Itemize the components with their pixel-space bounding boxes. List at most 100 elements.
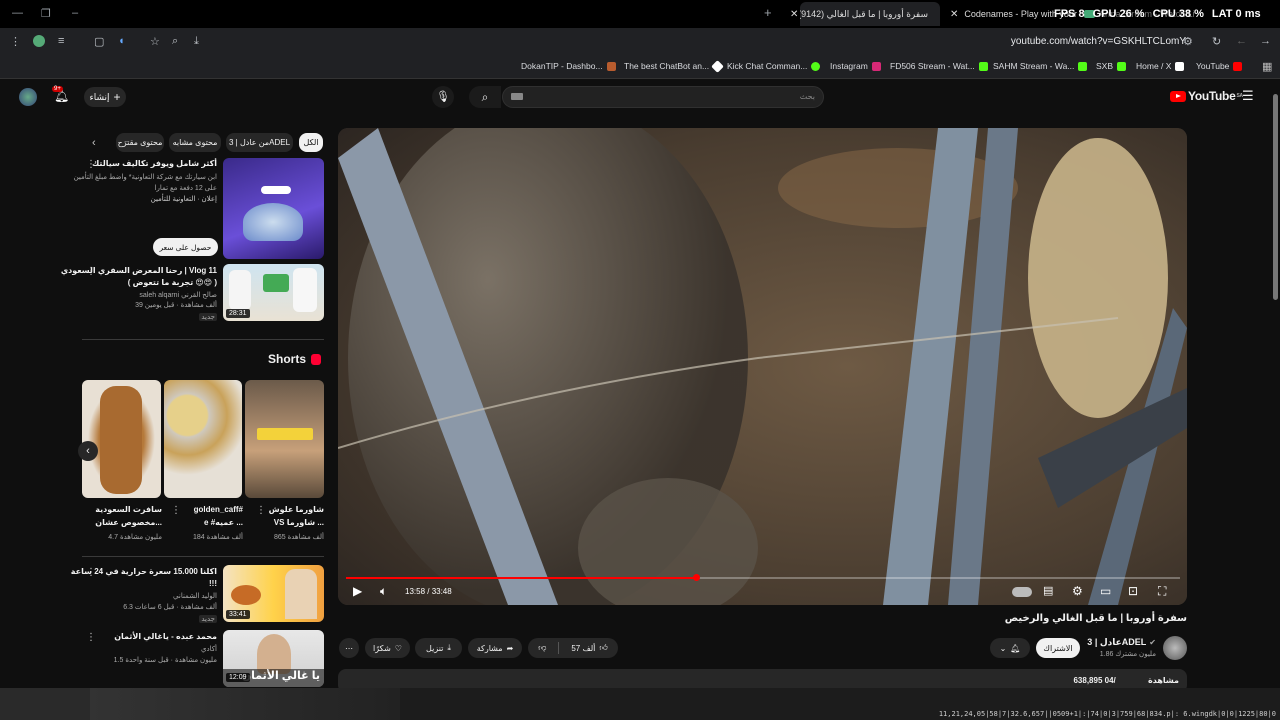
short-title[interactable]: مخصوص عشان... [95, 518, 162, 527]
minimize-icon[interactable]: — [12, 7, 23, 19]
video-title[interactable]: !!! [209, 579, 217, 588]
short-title[interactable]: e #عميه ... [204, 518, 243, 527]
short-thumbnail[interactable] [82, 380, 161, 498]
bookmark-item[interactable]: FD506 Stream - Wat... [890, 61, 988, 71]
theater-mode-icon[interactable]: ▭ [1100, 584, 1111, 598]
scrollbar-thumb[interactable] [1273, 94, 1278, 300]
notifications-dropdown[interactable]: ⌄ 🔔︎ [990, 638, 1030, 658]
autoplay-toggle[interactable] [1012, 587, 1032, 597]
share-button[interactable]: مشاركة ➦ [468, 638, 522, 658]
create-button[interactable]: إنشاء + [84, 87, 126, 107]
channel-avatar[interactable] [1163, 636, 1187, 660]
bookmark-item[interactable]: SXB [1096, 61, 1127, 71]
bookmark-item[interactable]: Home / X [1136, 61, 1185, 71]
screenshot-icon[interactable]: ▢ [94, 35, 104, 48]
hamburger-menu-icon[interactable]: ☰ [1242, 88, 1254, 104]
install-icon[interactable]: ⤓ [194, 35, 199, 48]
video-thumbnail[interactable]: 28:31 [223, 264, 324, 321]
close-window-icon[interactable]: – [72, 7, 78, 19]
channel-name-row[interactable]: عادل | 3ADEL ✔ [1087, 637, 1156, 648]
short-thumbnail[interactable] [164, 380, 242, 498]
taskbar-window-preview[interactable] [90, 688, 400, 720]
thanks-button[interactable]: شكرًا ♡ [365, 638, 410, 658]
ad-thumbnail[interactable] [223, 158, 324, 259]
forward-icon[interactable]: ← [1236, 35, 1247, 47]
back-icon[interactable]: → [1260, 35, 1271, 47]
video-title[interactable]: رحنا المعرض السفري السعودي | Vlog 11 [61, 266, 217, 275]
subscribe-button[interactable]: الاشتراك [1036, 638, 1080, 658]
chevron-left-icon[interactable]: ‹ [92, 137, 96, 149]
short-thumbnail[interactable] [245, 380, 324, 498]
chip-from-channel[interactable]: من عادل | 3ADEL [226, 133, 293, 152]
subtitles-icon[interactable]: ▤ [1043, 584, 1053, 597]
video-frame [338, 128, 1187, 605]
chip-similar[interactable]: محتوى مشابه [169, 133, 221, 152]
channel-name[interactable]: أكادي [201, 645, 217, 653]
avatar[interactable] [19, 88, 37, 106]
bookmark-item[interactable]: YouTube [1196, 61, 1243, 71]
bookmark-item[interactable]: Kick Chat Comman... [727, 61, 821, 71]
bookmark-item[interactable]: The best ChatBot an... [624, 59, 724, 73]
search-input[interactable]: بحث [502, 86, 824, 108]
channel-name[interactable]: عادل | 3ADEL [1087, 637, 1146, 648]
tab-search-icon[interactable]: ≡ [58, 35, 64, 47]
bookmark-item[interactable]: DokanTIP - Dashbo... [521, 61, 616, 71]
tab-youtube-video[interactable]: (9142) سفرة أوروبا | ما قبل الغالي [800, 2, 940, 26]
audio-icon[interactable]: ◖ [118, 35, 125, 47]
cast-icon[interactable]: ⊡ [1128, 584, 1138, 598]
volume-icon[interactable]: 🔈︎ [380, 584, 387, 599]
short-title[interactable]: golden_caff# [194, 505, 243, 514]
reload-icon[interactable]: ↻ [1212, 35, 1221, 48]
more-options-icon[interactable]: ⋮ [86, 632, 96, 643]
fullscreen-icon[interactable]: ⛶ [1158, 584, 1166, 599]
restore-icon[interactable]: ❐ [41, 7, 51, 20]
all-bookmarks-icon[interactable]: ▦ [1262, 60, 1272, 73]
like-icon[interactable]: 👍︎ [599, 643, 607, 653]
close-icon[interactable]: ✕ [790, 9, 798, 20]
short-title[interactable]: سافرت السعودية [95, 505, 162, 514]
ad-cta-button[interactable]: حصول على سعر [153, 238, 218, 256]
tab-title: (9142) سفرة أوروبا | ما قبل الغالي [800, 8, 928, 19]
play-icon[interactable]: ▶ [353, 584, 362, 598]
youtube-logo[interactable]: YouTube SA [1170, 89, 1243, 103]
ad-title[interactable]: أكثر شامل ويوفر تكاليف سيالتك [92, 159, 217, 168]
video-thumbnail[interactable]: يا غالي الأثمان 12:09 [223, 630, 324, 687]
short-title[interactable]: شاورما علوش [269, 505, 324, 514]
video-player[interactable] [338, 128, 1187, 605]
profile-avatar-icon[interactable] [33, 35, 45, 47]
site-settings-icon[interactable]: ⚙ [1183, 35, 1193, 48]
video-title[interactable]: محمد عبده - ياغالي الأثمان [114, 632, 217, 641]
taskbar-start-area[interactable] [0, 688, 90, 720]
download-button[interactable]: تنزيل ⤓ [415, 638, 462, 658]
chip-suggested[interactable]: محتوى مقترَح [116, 133, 164, 152]
close-icon[interactable]: ✕ [950, 9, 958, 20]
channel-name[interactable]: saleh alqarni صالح القرني [139, 291, 217, 299]
video-title[interactable]: ( تجربة ما تتعوض 😍😍 ) [128, 278, 217, 287]
url-input[interactable]: youtube.com/watch?v=GSKHLTCLomY [1011, 36, 1186, 47]
search-icon[interactable]: ⌕ [469, 86, 501, 108]
channel-name[interactable]: الوليد الشمناني [173, 592, 217, 600]
more-options-icon[interactable]: ⋮ [86, 266, 96, 277]
voice-search-icon[interactable]: 🎙︎ [432, 86, 454, 108]
progress-bar[interactable] [346, 577, 1180, 579]
keyboard-icon[interactable] [511, 93, 523, 100]
zoom-icon[interactable]: ⌕ [172, 35, 178, 48]
more-options-icon[interactable]: ⋮ [86, 159, 96, 170]
dislike-icon[interactable]: 👎︎ [538, 643, 546, 653]
more-options-icon[interactable]: ⋮ [86, 567, 96, 578]
new-tab-icon[interactable]: + [764, 5, 772, 20]
bookmark-star-icon[interactable]: ☆ [150, 35, 160, 48]
menu-dots-icon[interactable]: ⋮ [10, 35, 21, 48]
more-options-icon[interactable]: ⋮ [256, 505, 266, 516]
short-title[interactable]: VS شاورما ... [274, 518, 324, 527]
like-count[interactable]: 57 ألف [571, 644, 595, 653]
bookmark-item[interactable]: SAHM Stream - Wa... [993, 61, 1088, 71]
more-options-icon[interactable]: ⋮ [171, 505, 181, 516]
shorts-prev-button[interactable]: ‹ [78, 441, 98, 461]
settings-icon[interactable]: ⚙ [1072, 584, 1083, 598]
more-actions-button[interactable]: ⋯ [339, 638, 359, 658]
video-thumbnail[interactable]: 33:41 [223, 565, 324, 622]
page-scrollbar[interactable] [1271, 80, 1280, 688]
bookmark-item[interactable]: Instagram [830, 61, 881, 71]
chip-all[interactable]: الكل [299, 133, 323, 152]
